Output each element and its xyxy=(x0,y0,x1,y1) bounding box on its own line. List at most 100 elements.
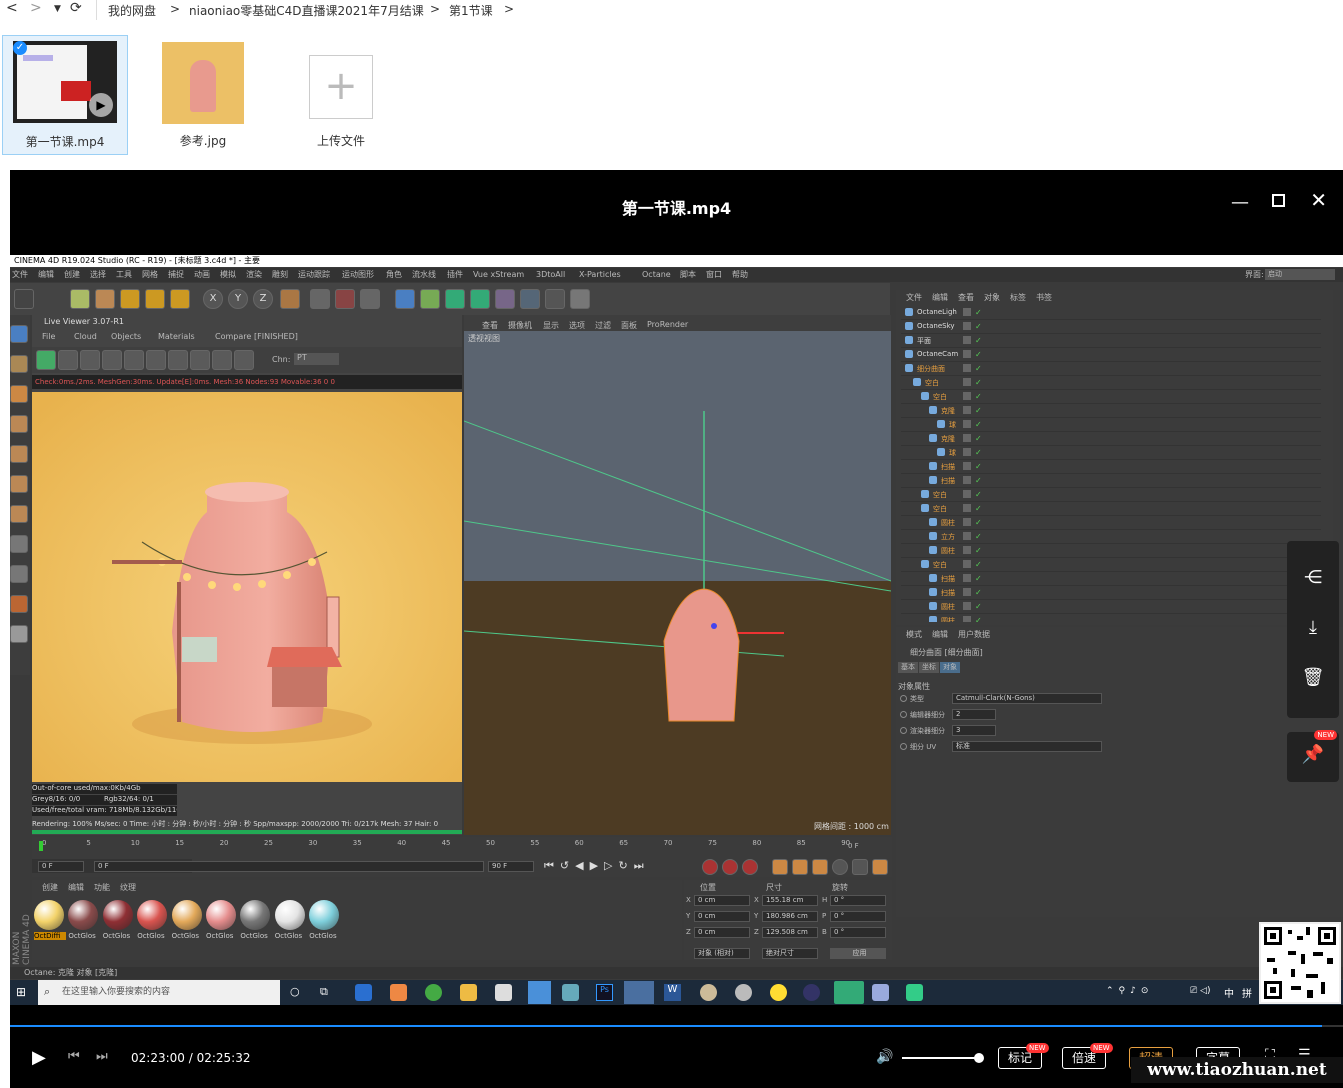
c4d-menu-item[interactable]: 创建 xyxy=(64,268,80,282)
object-name[interactable]: 圆柱 xyxy=(941,616,955,622)
object-name[interactable]: 扫描 xyxy=(941,462,955,472)
attribute-menu-item[interactable]: 用户数据 xyxy=(958,629,990,640)
size-mode-select[interactable]: 绝对尺寸 xyxy=(762,948,818,959)
app-icon[interactable] xyxy=(700,984,717,1001)
visibility-icon[interactable] xyxy=(963,490,971,498)
object-name[interactable]: 扫描 xyxy=(941,588,955,598)
prop-radio-icon[interactable] xyxy=(900,711,907,718)
play-button[interactable]: ▶ xyxy=(32,1047,46,1068)
visibility-icon[interactable] xyxy=(963,532,971,540)
back-icon[interactable]: < xyxy=(6,0,18,16)
app-icon[interactable] xyxy=(390,984,407,1001)
visibility-icon[interactable] xyxy=(963,308,971,316)
viewport-menu-item[interactable]: 过滤 xyxy=(595,320,611,331)
object-menu-item[interactable]: 编辑 xyxy=(932,292,948,303)
material-menu-item[interactable]: 纹理 xyxy=(120,882,136,893)
playback-controls[interactable]: ⏮↺◀▶▷↻⏭ xyxy=(544,859,664,875)
enabled-check-icon[interactable]: ✓ xyxy=(975,518,982,527)
object-row[interactable]: 空白 ✓ xyxy=(901,502,1321,516)
pen-icon[interactable] xyxy=(420,289,440,309)
prop-value-field[interactable]: Catmull-Clark(N-Gons) xyxy=(952,693,1102,704)
plus-icon[interactable]: + xyxy=(309,55,373,119)
c4d-menu-item[interactable]: 工具 xyxy=(116,268,132,282)
c4d-menu-item[interactable]: 模拟 xyxy=(220,268,236,282)
visibility-icon[interactable] xyxy=(963,560,971,568)
c4d-menu-item[interactable]: 雕刻 xyxy=(272,268,288,282)
move-tool-icon[interactable] xyxy=(95,289,115,309)
visibility-icon[interactable] xyxy=(963,504,971,512)
object-name[interactable]: 空白 xyxy=(925,378,939,388)
minimize-icon[interactable]: — xyxy=(1231,192,1249,213)
live-viewer-menu-item[interactable]: Compare xyxy=(215,332,251,341)
keyframe-help-icon[interactable] xyxy=(742,859,758,875)
key-param-icon[interactable] xyxy=(832,859,848,875)
enabled-check-icon[interactable]: ✓ xyxy=(975,322,982,331)
light-icon[interactable] xyxy=(570,289,590,309)
volume-icon[interactable]: 🔊 xyxy=(876,1049,893,1065)
volume-slider[interactable] xyxy=(902,1057,980,1059)
floor-icon[interactable] xyxy=(520,289,540,309)
max-frame-field[interactable]: 90 F xyxy=(488,861,534,872)
visibility-icon[interactable] xyxy=(963,546,971,554)
channel-select[interactable]: PT xyxy=(294,353,339,365)
object-name[interactable]: 克隆 xyxy=(941,406,955,416)
enabled-check-icon[interactable]: ✓ xyxy=(975,462,982,471)
object-name[interactable]: 细分曲面 xyxy=(917,364,945,374)
object-row[interactable]: 平面 ✓ xyxy=(901,334,1321,348)
prop-value-field[interactable]: 3 xyxy=(952,725,996,736)
prop-radio-icon[interactable] xyxy=(900,743,907,750)
object-row[interactable]: 圆柱 ✓ xyxy=(901,614,1321,622)
object-name[interactable]: 球 xyxy=(949,448,956,458)
app-icon[interactable] xyxy=(495,984,512,1001)
app-icon[interactable] xyxy=(735,984,752,1001)
attribute-tab[interactable]: 对象 xyxy=(940,662,960,673)
material-swatch[interactable]: OctGlos xyxy=(206,900,238,944)
c4d-menu-item[interactable]: 运动跟踪 xyxy=(298,268,330,282)
object-row[interactable]: 扫描 ✓ xyxy=(901,460,1321,474)
attribute-tab[interactable]: 基本 xyxy=(898,662,918,673)
enabled-check-icon[interactable]: ✓ xyxy=(975,378,982,387)
windows-start-icon[interactable]: ⊞ xyxy=(16,985,26,999)
enabled-check-icon[interactable]: ✓ xyxy=(975,490,982,499)
object-name[interactable]: 克隆 xyxy=(941,434,955,444)
c4d-menu-item[interactable]: 网格 xyxy=(142,268,158,282)
axis-mode-icon[interactable] xyxy=(10,475,28,493)
camera-icon[interactable] xyxy=(545,289,565,309)
edges-mode-icon[interactable] xyxy=(10,415,28,433)
object-row[interactable]: 空白 ✓ xyxy=(901,390,1321,404)
object-row[interactable]: 克隆 ✓ xyxy=(901,404,1321,418)
points-mode-icon[interactable] xyxy=(10,385,28,403)
object-row[interactable]: 空白 ✓ xyxy=(901,558,1321,572)
object-row[interactable]: OctaneLigh ✓ xyxy=(901,306,1321,320)
timeline[interactable]: 0 5 10 15 20 25 30 35 40 45 50 55 60 65 70 75 80 85 90 0 F… xyxy=(32,837,892,877)
object-row[interactable]: 克隆 ✓ xyxy=(901,432,1321,446)
scale-tool-icon[interactable] xyxy=(120,289,140,309)
c4d-menu-item[interactable]: 编辑 xyxy=(38,268,54,282)
enabled-check-icon[interactable]: ✓ xyxy=(975,616,982,622)
enabled-check-icon[interactable]: ✓ xyxy=(975,588,982,597)
visibility-icon[interactable] xyxy=(963,462,971,470)
object-row[interactable]: 圆柱 ✓ xyxy=(901,600,1321,614)
object-name[interactable]: 空白 xyxy=(933,392,947,402)
visibility-icon[interactable] xyxy=(963,392,971,400)
live-viewer-menu-item[interactable]: Cloud xyxy=(74,332,97,341)
object-name[interactable]: 圆柱 xyxy=(941,546,955,556)
visibility-icon[interactable] xyxy=(963,420,971,428)
cloner-icon[interactable] xyxy=(470,289,490,309)
object-name[interactable]: 空白 xyxy=(933,490,947,500)
select-tool-icon[interactable] xyxy=(70,289,90,309)
app-icon[interactable] xyxy=(624,981,654,1004)
checkbox-checked-icon[interactable]: ✓ xyxy=(13,41,27,55)
object-name[interactable]: 圆柱 xyxy=(941,602,955,612)
enabled-check-icon[interactable]: ✓ xyxy=(975,406,982,415)
prop-radio-icon[interactable] xyxy=(900,727,907,734)
render-view-icon[interactable] xyxy=(310,289,330,309)
visibility-icon[interactable] xyxy=(963,336,971,344)
enabled-check-icon[interactable]: ✓ xyxy=(975,476,982,485)
save-image-icon[interactable] xyxy=(168,350,188,370)
object-row[interactable]: 扫描 ✓ xyxy=(901,474,1321,488)
tray-network-icon[interactable]: ⎚ ◁) xyxy=(1190,986,1211,996)
object-row[interactable]: 扫描 ✓ xyxy=(901,586,1321,600)
apply-button[interactable]: 应用 xyxy=(830,948,886,959)
material-swatch[interactable]: OctGlos xyxy=(171,900,204,944)
